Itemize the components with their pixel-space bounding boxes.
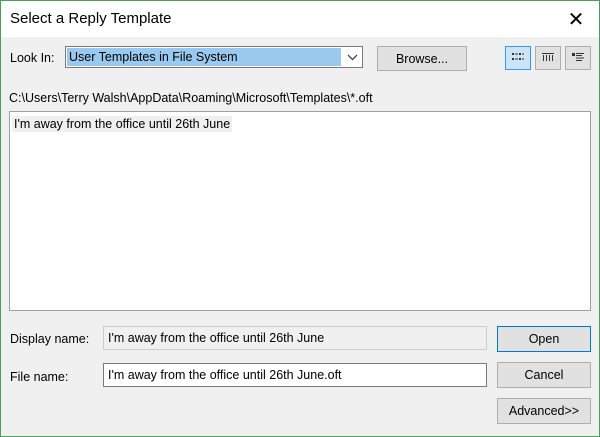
chevron-down-icon[interactable] (342, 47, 362, 67)
look-in-dropdown[interactable]: User Templates in File System (65, 46, 363, 68)
details-view-icon (542, 51, 554, 65)
open-button[interactable]: Open (497, 326, 591, 352)
list-item[interactable]: I'm away from the office until 26th June (12, 116, 233, 132)
dialog-title: Select a Reply Template (10, 10, 172, 27)
folder-path: C:\Users\Terry Walsh\AppData\Roaming\Mic… (9, 91, 373, 105)
template-file-list[interactable]: I'm away from the office until 26th June (9, 111, 591, 311)
properties-view-button[interactable] (565, 46, 591, 70)
details-view-button[interactable] (535, 46, 561, 70)
close-icon: ✕ (567, 8, 585, 31)
advanced-button[interactable]: Advanced>> (497, 398, 591, 424)
title-bar[interactable]: Select a Reply Template ✕ (1, 1, 599, 37)
close-button[interactable]: ✕ (553, 1, 599, 37)
select-reply-template-dialog: Select a Reply Template ✕ Look In: User … (0, 0, 600, 437)
browse-button[interactable]: Browse... (377, 46, 467, 71)
look-in-selected-value: User Templates in File System (67, 48, 341, 66)
cancel-button[interactable]: Cancel (497, 362, 591, 388)
list-view-button[interactable] (505, 46, 531, 70)
file-name-input[interactable] (103, 363, 487, 387)
properties-view-icon (572, 51, 584, 65)
file-name-label: File name: (10, 370, 69, 384)
list-view-icon (512, 51, 524, 65)
display-name-label: Display name: (10, 332, 90, 346)
look-in-label: Look In: (10, 51, 55, 65)
display-name-field: I'm away from the office until 26th June (103, 326, 487, 350)
